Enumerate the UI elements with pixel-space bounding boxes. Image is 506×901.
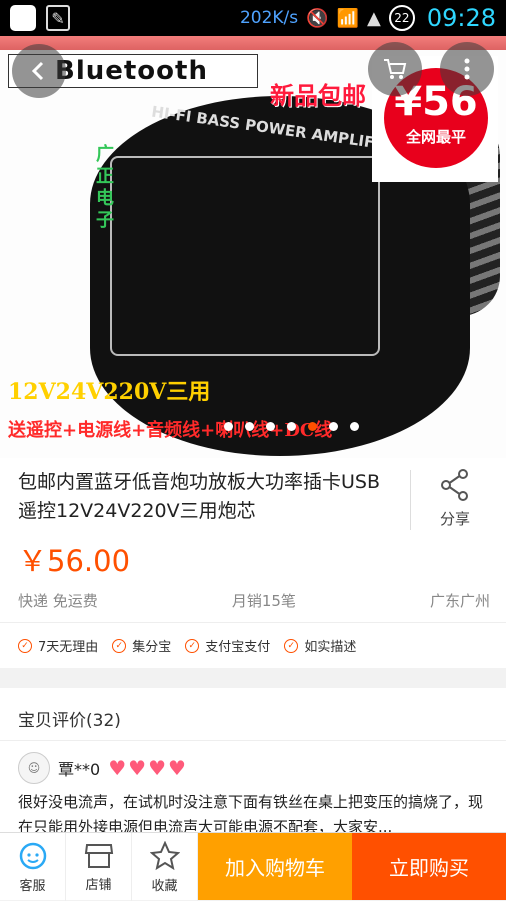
tab-label: 店铺 — [85, 877, 112, 893]
share-button[interactable]: 分享 — [420, 468, 490, 529]
cart-button[interactable] — [368, 42, 422, 96]
product-image-carousel[interactable]: HI-FI BASS POWER AMPLIFIER M6B-F Bluetoo… — [0, 36, 506, 458]
more-vertical-icon — [464, 58, 470, 80]
check-icon: ✓ — [18, 638, 32, 653]
clock: 09:28 — [426, 4, 496, 32]
share-label: 分享 — [439, 510, 470, 528]
buy-now-button[interactable]: 立即购买 — [352, 833, 506, 900]
tab-label: 客服 — [19, 878, 46, 894]
review-username: 覃**0 — [58, 760, 101, 779]
mute-icon: 🔇 — [306, 7, 329, 29]
location: 广东广州 — [429, 592, 490, 610]
divider — [410, 470, 411, 530]
favorite-button[interactable]: 收藏 — [132, 833, 198, 901]
carousel-dots — [224, 422, 359, 431]
promo-text: 新品包邮 — [270, 82, 366, 110]
carousel-dot — [308, 422, 317, 431]
board-panel-graphic — [110, 156, 380, 356]
chat-bubble-icon — [19, 842, 46, 869]
cart-icon — [384, 59, 407, 79]
carousel-dot — [224, 422, 233, 431]
battery-icon: 22 — [388, 5, 415, 31]
meta-row: 快递 免运费 月销15笔 广东广州 — [18, 590, 490, 611]
keyboard-notification-icon: ✎ — [46, 5, 70, 31]
carousel-dot — [350, 422, 359, 431]
shop-button[interactable]: 店铺 — [66, 833, 132, 901]
network-speed: 202K/s — [239, 8, 299, 28]
review-user: ☺ 覃**0 ♥ ♥ ♥ ♥ — [18, 752, 186, 784]
heart-icon: ♥ — [108, 756, 127, 780]
image-banner-strip — [0, 36, 506, 50]
check-icon: ✓ — [112, 638, 127, 653]
shop-icon — [84, 843, 113, 868]
divider — [0, 740, 506, 741]
product-info: 包邮内置蓝牙低音炮功放板大功率插卡USB遥控12V24V220V三用炮芯 分享 … — [0, 458, 506, 622]
carousel-dot — [329, 422, 338, 431]
product-title: 包邮内置蓝牙低音炮功放板大功率插卡USB遥控12V24V220V三用炮芯 — [18, 471, 381, 522]
check-icon: ✓ — [284, 638, 299, 653]
guarantee-item: ✓ 7天无理由 — [18, 636, 98, 655]
carousel-dot — [266, 422, 275, 431]
check-icon: ✓ — [185, 638, 200, 653]
guarantee-label: 7天无理由 — [38, 640, 99, 655]
heart-icon: ♥ — [148, 756, 166, 780]
product-price: ￥56.00 — [18, 544, 131, 578]
guarantee-label: 如实描述 — [304, 640, 357, 655]
star-icon — [149, 840, 180, 870]
customer-service-button[interactable]: 客服 — [0, 833, 66, 901]
heart-icon: ♥ — [168, 756, 186, 780]
status-bar: ✎ 202K/s 🔇 📶 ▲ 22 09:28 — [0, 0, 506, 36]
carousel-dot — [245, 422, 254, 431]
guarantee-item: ✓ 集分宝 — [112, 636, 171, 655]
brand-vertical-text: 广正电子 — [96, 144, 114, 231]
add-to-cart-button[interactable]: 加入购物车 — [198, 833, 352, 900]
heart-icon: ♥ — [128, 756, 147, 780]
guarantee-label: 集分宝 — [132, 640, 172, 655]
reviews-header[interactable]: 宝贝评价(32) — [18, 706, 121, 731]
bottom-action-bar: 客服 店铺 收藏 加入购物车 立即购买 — [0, 832, 506, 901]
guarantee-bar[interactable]: ✓ 7天无理由 ✓ 集分宝 ✓ 支付宝支付 ✓ 如实描述 — [0, 622, 506, 668]
tab-label: 收藏 — [151, 878, 178, 894]
shipping-info: 快递 免运费 — [18, 592, 98, 610]
monthly-sales: 月销15笔 — [231, 592, 296, 610]
share-icon — [441, 469, 468, 501]
avatar: ☺ — [18, 752, 50, 784]
guarantee-item: ✓ 支付宝支付 — [185, 636, 270, 655]
back-button[interactable] — [12, 44, 66, 98]
app-notification-icon — [10, 5, 36, 31]
wifi-icon: 📶 — [336, 7, 359, 29]
guarantee-item: ✓ 如实描述 — [284, 636, 356, 655]
more-button[interactable] — [440, 42, 494, 96]
rating-hearts: ♥ ♥ ♥ ♥ — [108, 758, 186, 778]
carousel-dot — [287, 422, 296, 431]
signal-icon: ▲ — [366, 7, 381, 29]
voltage-text: 12V24V220V三用 — [8, 379, 211, 405]
burst-subtitle: 全网最平 — [405, 128, 466, 146]
guarantee-label: 支付宝支付 — [205, 640, 271, 655]
back-arrow-icon — [31, 61, 44, 81]
